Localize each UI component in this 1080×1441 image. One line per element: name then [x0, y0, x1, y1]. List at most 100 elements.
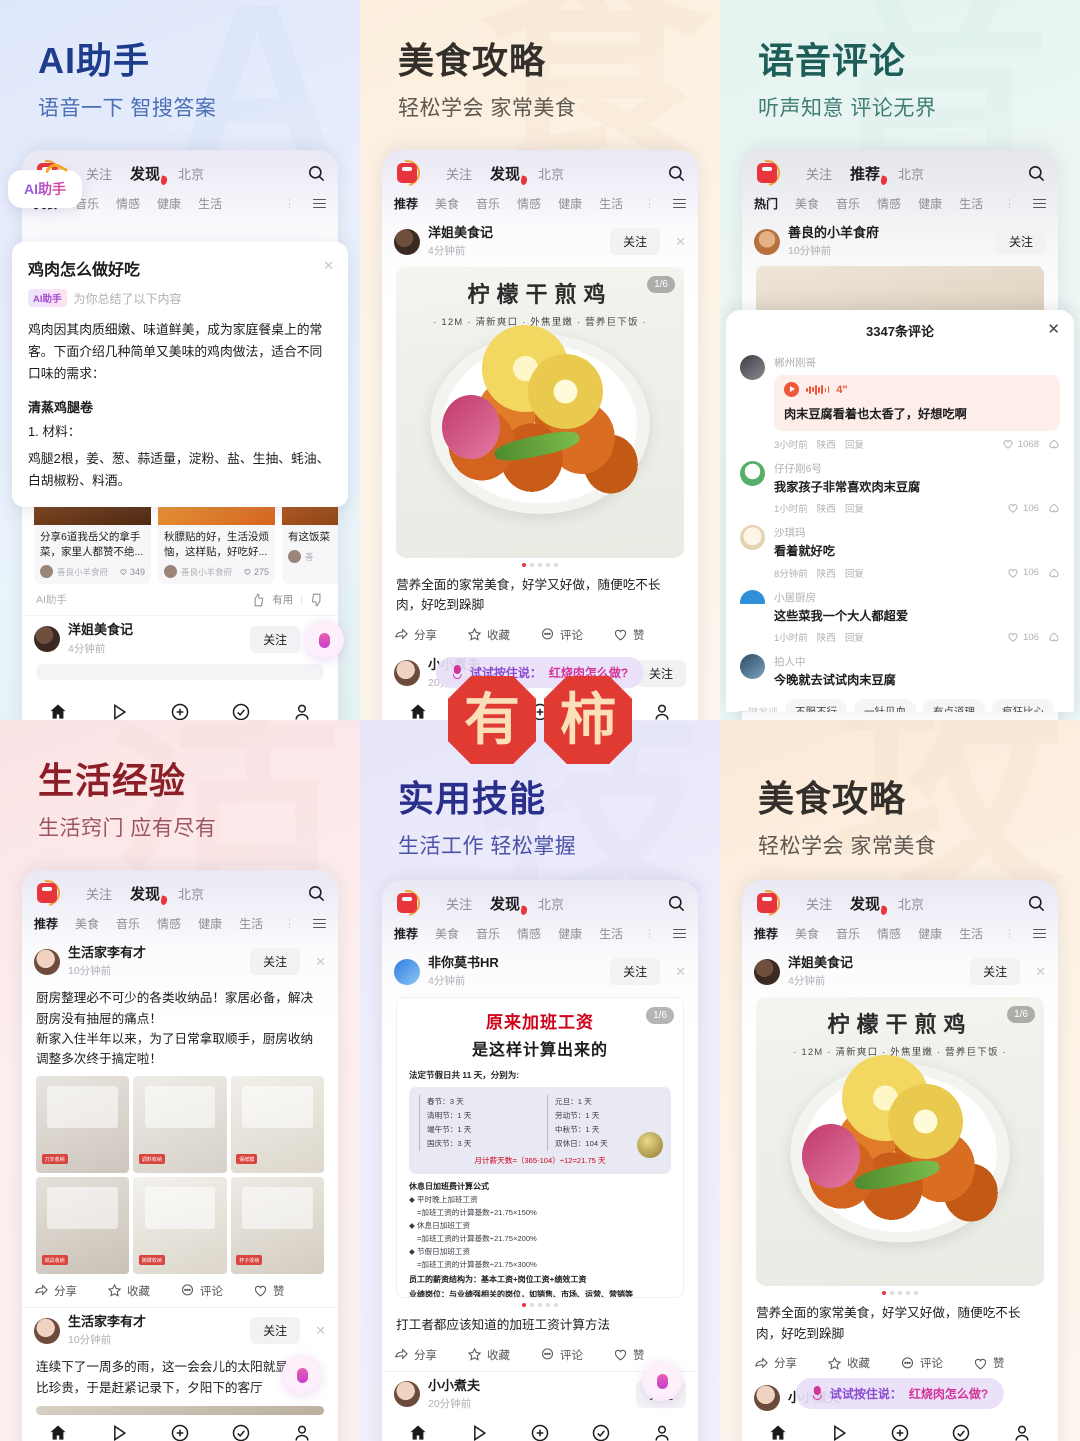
- ai-assistant-tag[interactable]: AI助手: [8, 170, 82, 208]
- person-icon[interactable]: [292, 702, 312, 720]
- nav-tab-city[interactable]: 北京: [898, 164, 924, 183]
- chip-3[interactable]: 情感: [517, 925, 541, 942]
- nav-tab-city[interactable]: 北京: [898, 894, 924, 913]
- follow-button[interactable]: 关注: [995, 228, 1046, 256]
- dislike-icon[interactable]: [1048, 438, 1060, 450]
- dismiss-icon[interactable]: ✕: [315, 1323, 326, 1339]
- bottom-tabbar[interactable]: [22, 1415, 338, 1441]
- menu-icon[interactable]: [1033, 198, 1046, 209]
- chip-3[interactable]: 健康: [157, 195, 181, 212]
- follow-button[interactable]: 关注: [250, 1317, 301, 1345]
- share-action[interactable]: 分享: [754, 1355, 827, 1371]
- chip-2[interactable]: 音乐: [836, 195, 860, 212]
- voice-comment-bubble[interactable]: 4" 肉末豆腐看着也太香了，好想吃啊: [774, 375, 1060, 431]
- comment-reply[interactable]: 回复: [845, 630, 864, 644]
- bottom-tabbar[interactable]: [742, 1415, 1058, 1441]
- play-icon[interactable]: [469, 1423, 489, 1441]
- chip-4[interactable]: 生活: [198, 195, 222, 212]
- voice-record-button[interactable]: [642, 1361, 682, 1401]
- chip-3[interactable]: 情感: [157, 915, 181, 932]
- person-icon[interactable]: [652, 702, 672, 720]
- menu-icon[interactable]: [313, 918, 326, 929]
- photo-grid[interactable]: 刀叉收纳 调料收纳 保鲜膜 锅具收纳 碗碟收纳 杯子收纳: [22, 1072, 338, 1274]
- nav-tab-city[interactable]: 北京: [538, 164, 564, 183]
- dismiss-icon[interactable]: ✕: [315, 954, 326, 970]
- quick-reply-row[interactable]: 一键发评 不服不行 一针见血 有点道理 疯狂比心: [726, 693, 1074, 712]
- nav-tab-discover[interactable]: 发现: [130, 163, 160, 184]
- follow-button[interactable]: 关注: [610, 958, 661, 986]
- close-icon[interactable]: ✕: [323, 258, 334, 274]
- voice-hint-pill[interactable]: 试试按住说： 红烧肉怎么做?: [795, 1378, 1005, 1409]
- search-icon[interactable]: [667, 894, 686, 913]
- nav-tab-follow[interactable]: 关注: [86, 884, 112, 903]
- chip-3[interactable]: 情感: [877, 195, 901, 212]
- nav-tab-city[interactable]: 北京: [538, 894, 564, 913]
- menu-icon[interactable]: [1033, 928, 1046, 939]
- like-action[interactable]: 赞: [613, 627, 686, 643]
- follow-button[interactable]: 关注: [970, 958, 1021, 986]
- category-chips[interactable]: 推荐 美食 音乐 情感 健康 生活 ⋮: [742, 920, 1058, 949]
- post-actions[interactable]: 分享 收藏 评论 赞: [742, 1346, 1058, 1379]
- search-icon[interactable]: [667, 164, 686, 183]
- thumbs-up-icon[interactable]: [251, 593, 265, 607]
- plus-icon[interactable]: [170, 1423, 190, 1441]
- nav-tab-recommend[interactable]: 推荐: [850, 163, 880, 184]
- chip-1[interactable]: 美食: [75, 915, 99, 932]
- person-icon[interactable]: [292, 1423, 312, 1441]
- chip-4[interactable]: 健康: [558, 195, 582, 212]
- comment-action[interactable]: 评论: [540, 1347, 613, 1363]
- menu-icon[interactable]: [313, 198, 326, 209]
- quick-chip-2[interactable]: 有点道理: [923, 698, 985, 712]
- chip-5[interactable]: 生活: [959, 195, 983, 212]
- play-icon[interactable]: [109, 702, 129, 720]
- comment-action[interactable]: 评论: [900, 1355, 973, 1371]
- chip-2[interactable]: 音乐: [476, 925, 500, 942]
- menu-icon[interactable]: [673, 198, 686, 209]
- category-chips[interactable]: 推荐 美食 音乐 情感 健康 生活 ⋮: [22, 910, 338, 939]
- chip-2[interactable]: 情感: [116, 195, 140, 212]
- chip-4[interactable]: 健康: [558, 925, 582, 942]
- dismiss-icon[interactable]: ✕: [675, 964, 686, 980]
- dismiss-icon[interactable]: ✕: [675, 234, 686, 250]
- person-icon[interactable]: [1012, 1423, 1032, 1441]
- nav-tab-discover[interactable]: 发现: [850, 893, 880, 914]
- home-icon[interactable]: [48, 702, 68, 720]
- check-icon[interactable]: [951, 1423, 971, 1441]
- comment-reply[interactable]: 回复: [845, 437, 864, 451]
- nav-tabs[interactable]: 关注 推荐 北京: [806, 163, 924, 184]
- comment-likes[interactable]: 106: [1007, 631, 1039, 643]
- chip-3[interactable]: 情感: [517, 195, 541, 212]
- next-post-media[interactable]: [36, 1405, 324, 1415]
- food-photo-card[interactable]: 1/6 柠檬干煎鸡 · 12M · 清新爽口 · 外焦里嫩 · 营养巨下饭 ·: [396, 267, 684, 558]
- nav-tab-follow[interactable]: 关注: [806, 894, 832, 913]
- like-action[interactable]: 赞: [253, 1283, 326, 1299]
- like-action[interactable]: 赞: [973, 1355, 1046, 1371]
- chip-2[interactable]: 音乐: [116, 915, 140, 932]
- bottom-tabbar[interactable]: [382, 1415, 698, 1441]
- dislike-icon[interactable]: [1048, 631, 1060, 643]
- share-action[interactable]: 分享: [34, 1283, 107, 1299]
- comment-reply[interactable]: 回复: [845, 501, 864, 515]
- nav-tabs[interactable]: 关注 发现 北京: [86, 883, 204, 904]
- chip-0[interactable]: 热门: [754, 195, 778, 212]
- search-icon[interactable]: [307, 884, 326, 903]
- comment-action[interactable]: 评论: [180, 1283, 253, 1299]
- dislike-icon[interactable]: [1048, 502, 1060, 514]
- close-icon[interactable]: ✕: [1047, 320, 1060, 338]
- home-icon[interactable]: [408, 702, 428, 720]
- chip-5[interactable]: 生活: [599, 195, 623, 212]
- nav-tabs[interactable]: 关注 发现 北京: [86, 163, 204, 184]
- home-icon[interactable]: [408, 1423, 428, 1441]
- follow-button[interactable]: 关注: [250, 948, 301, 976]
- check-icon[interactable]: [591, 1423, 611, 1441]
- chip-2[interactable]: 音乐: [836, 925, 860, 942]
- quick-chip-3[interactable]: 疯狂比心: [992, 698, 1054, 712]
- thumbs-down-icon[interactable]: [310, 593, 324, 607]
- nav-tabs[interactable]: 关注 发现 北京: [806, 893, 924, 914]
- bottom-tabbar[interactable]: [22, 694, 338, 720]
- search-icon[interactable]: [307, 164, 326, 183]
- chip-0[interactable]: 推荐: [394, 195, 418, 212]
- voice-record-button[interactable]: [282, 1355, 322, 1395]
- share-action[interactable]: 分享: [394, 1347, 467, 1363]
- comment-likes[interactable]: 106: [1007, 567, 1039, 579]
